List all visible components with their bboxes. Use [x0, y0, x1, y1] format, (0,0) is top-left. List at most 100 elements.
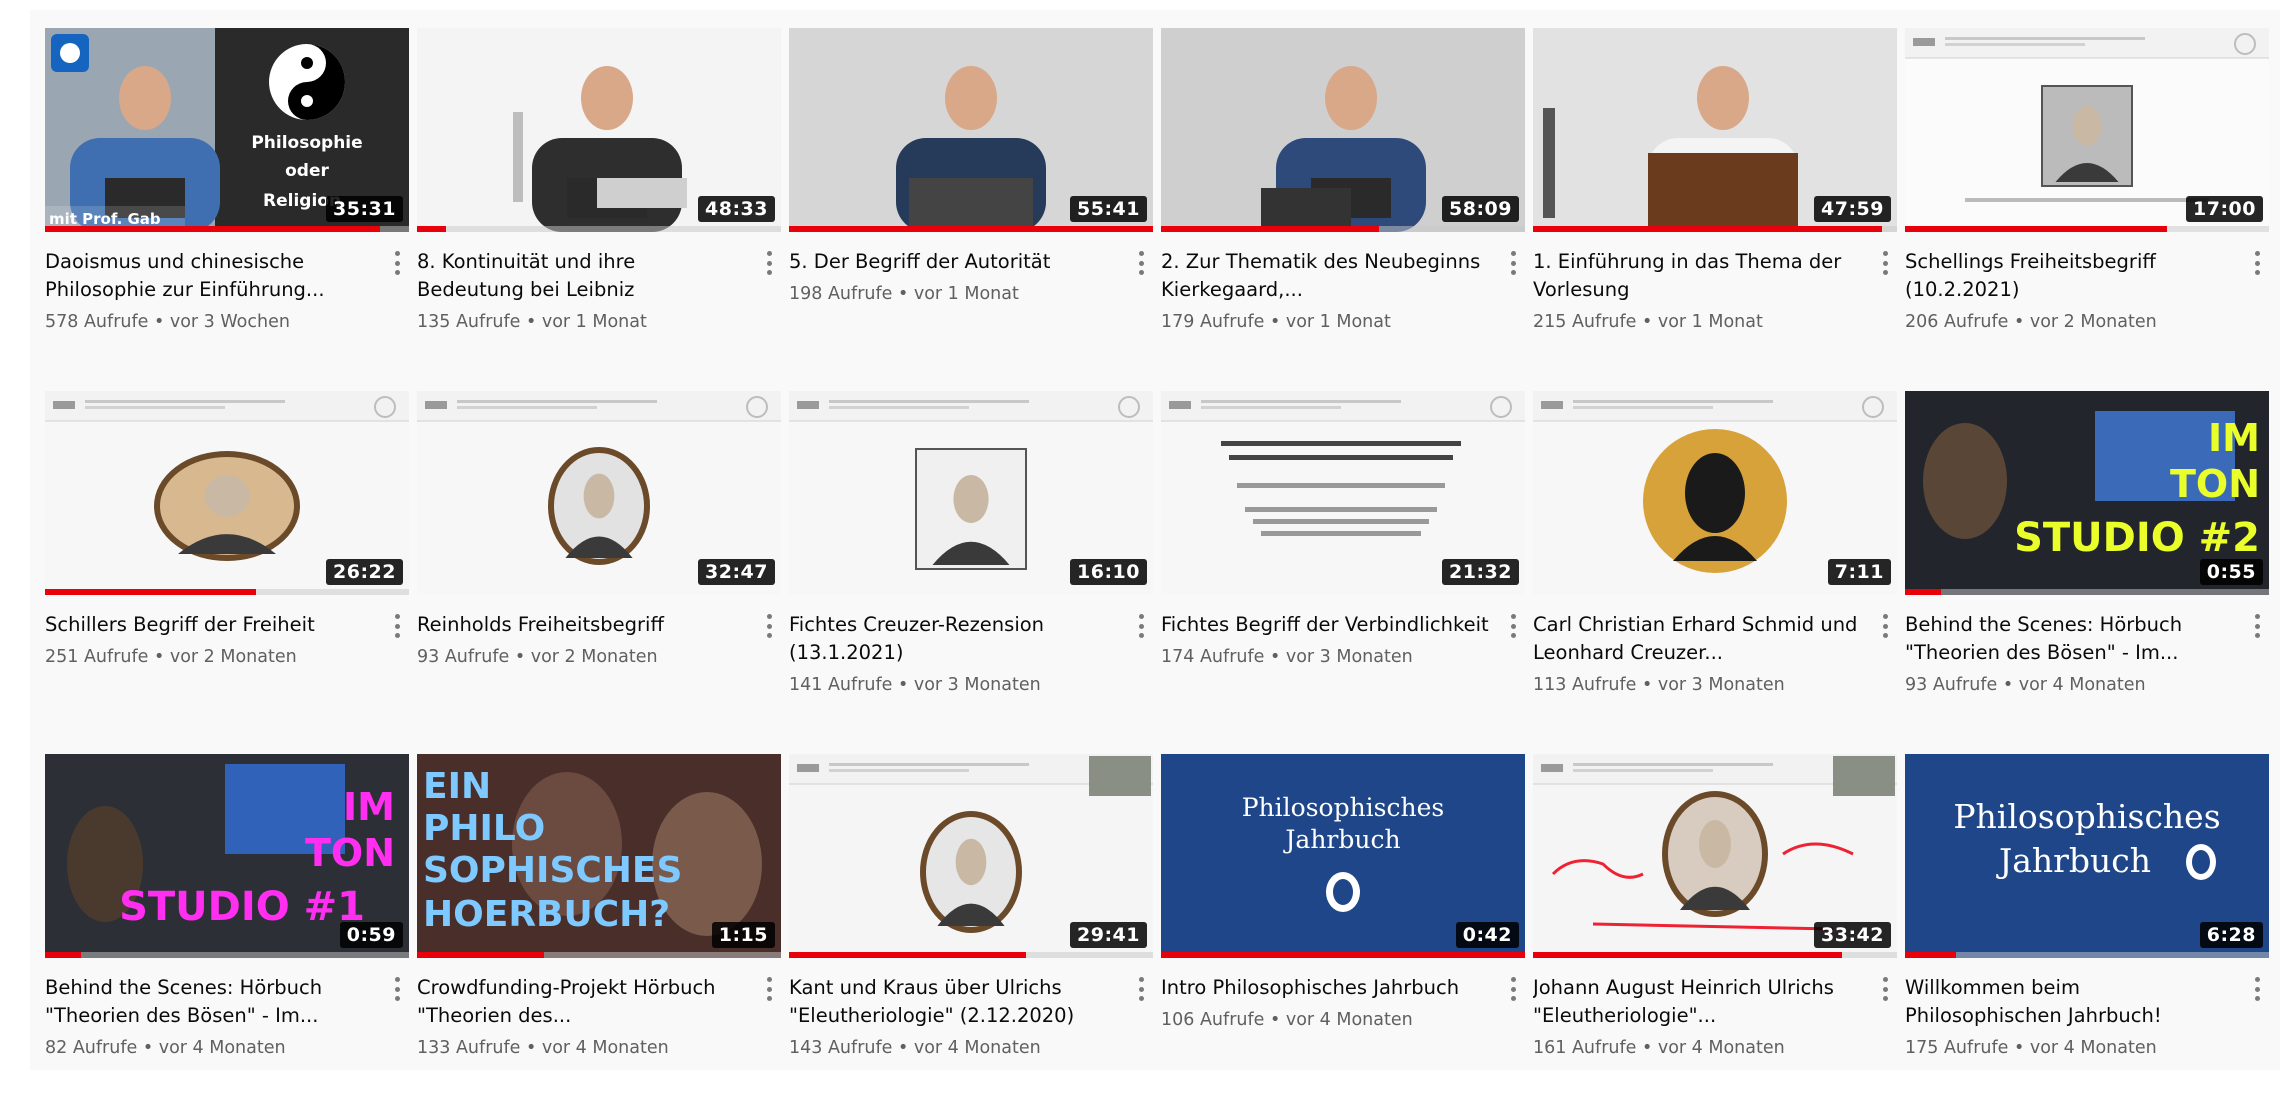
video-card-18[interactable]: Philosophisches Jahrbuch 6:28 Willkommen … — [1905, 754, 2277, 1117]
video-title[interactable]: Behind the Scenes: Hörbuch "Theorien des… — [1905, 611, 2269, 667]
more-options-icon[interactable] — [1877, 611, 1893, 641]
duration-badge: 32:47 — [698, 559, 775, 585]
info-separator: • — [2008, 1038, 2030, 1058]
video-card-17[interactable]: 33:42 Johann August Heinrich Ulrichs "El… — [1533, 754, 1905, 1117]
upload-age: vor 1 Monat — [913, 284, 1019, 304]
video-thumbnail[interactable]: IM TON STUDIO #2 0:55 — [1905, 391, 2269, 595]
more-options-icon[interactable] — [761, 248, 777, 278]
video-title[interactable]: Willkommen beim Philosophischen Jahrbuch… — [1905, 974, 2269, 1030]
more-options-icon[interactable] — [2249, 974, 2265, 1004]
video-thumbnail[interactable]: 58:09 — [1161, 28, 1525, 232]
video-title[interactable]: Behind the Scenes: Hörbuch "Theorien des… — [45, 974, 409, 1030]
video-thumbnail[interactable]: 48:33 — [417, 28, 781, 232]
more-options-icon[interactable] — [761, 974, 777, 1004]
more-options-icon[interactable] — [1133, 611, 1149, 641]
video-card-6[interactable]: 17:00 Schellings Freiheitsbegriff (10.2.… — [1905, 28, 2277, 391]
upload-age: vor 2 Monaten — [169, 647, 297, 667]
video-thumbnail[interactable]: 29:41 — [789, 754, 1153, 958]
more-options-icon[interactable] — [761, 611, 777, 641]
video-info: 133 Aufrufe • vor 4 Monaten — [417, 1038, 781, 1058]
more-options-icon[interactable] — [1505, 611, 1521, 641]
video-title[interactable]: Kant und Kraus über Ulrichs "Eleutheriol… — [789, 974, 1153, 1030]
video-title[interactable]: Schellings Freiheitsbegriff (10.2.2021) — [1905, 248, 2269, 304]
video-card-15[interactable]: 29:41 Kant und Kraus über Ulrichs "Eleut… — [789, 754, 1161, 1117]
duration-badge: 0:59 — [339, 922, 403, 948]
more-options-icon[interactable] — [1877, 974, 1893, 1004]
video-meta: Schillers Begriff der Freiheit 251 Aufru… — [45, 611, 409, 667]
video-thumbnail[interactable]: 47:59 — [1533, 28, 1897, 232]
svg-text:Philosophisches: Philosophisches — [1242, 793, 1445, 822]
video-title[interactable]: 5. Der Begriff der Autorität — [789, 248, 1153, 276]
video-card-13[interactable]: IM TON STUDIO #1 0:59 Behind the Scenes: H… — [45, 754, 417, 1117]
info-separator: • — [148, 312, 170, 332]
video-card-11[interactable]: 7:11 Carl Christian Erhard Schmid und Le… — [1533, 391, 1905, 754]
more-options-icon[interactable] — [2249, 248, 2265, 278]
watch-progress-bar — [417, 589, 781, 595]
video-grid: Philosophie oder Religion mit Prof. Gab 35:… — [45, 28, 2277, 1117]
more-options-icon[interactable] — [1133, 248, 1149, 278]
video-card-1[interactable]: Philosophie oder Religion mit Prof. Gab 35:… — [45, 28, 417, 391]
video-thumbnail[interactable]: EIN PHILO SOPHISCHES HOERBUCH? 1:15 — [417, 754, 781, 958]
video-title[interactable]: Reinholds Freiheitsbegriff — [417, 611, 781, 639]
video-thumbnail[interactable]: 32:47 — [417, 391, 781, 595]
more-options-icon[interactable] — [1877, 248, 1893, 278]
video-card-9[interactable]: 16:10 Fichtes Creuzer-Rezension (13.1.20… — [789, 391, 1161, 754]
svg-text:STUDIO #1: STUDIO #1 — [119, 884, 365, 930]
video-thumbnail[interactable]: 21:32 — [1161, 391, 1525, 595]
video-thumbnail[interactable]: 16:10 — [789, 391, 1153, 595]
video-thumbnail[interactable]: IM TON STUDIO #1 0:59 — [45, 754, 409, 958]
video-card-12[interactable]: IM TON STUDIO #2 0:55 Behind the Scenes: H… — [1905, 391, 2277, 754]
more-options-icon[interactable] — [389, 611, 405, 641]
more-options-icon[interactable] — [389, 974, 405, 1004]
svg-text:SOPHISCHES: SOPHISCHES — [423, 850, 682, 891]
svg-text:oder: oder — [285, 161, 329, 181]
video-thumbnail[interactable]: Philosophisches Jahrbuch 6:28 — [1905, 754, 2269, 958]
info-separator: • — [520, 312, 542, 332]
watch-progress-bar — [1161, 952, 1525, 958]
upload-age: vor 1 Monat — [1285, 312, 1391, 332]
video-title[interactable]: Daoismus und chinesische Philosophie zur… — [45, 248, 409, 304]
video-thumbnail[interactable]: Philosophie oder Religion mit Prof. Gab 35:… — [45, 28, 409, 232]
video-card-5[interactable]: 47:59 1. Einführung in das Thema der Vor… — [1533, 28, 1905, 391]
more-options-icon[interactable] — [1505, 974, 1521, 1004]
more-options-icon[interactable] — [1505, 248, 1521, 278]
svg-text:Jahrbuch: Jahrbuch — [1996, 841, 2151, 880]
video-title[interactable]: 2. Zur Thematik des Neubeginns Kierkegaa… — [1161, 248, 1525, 304]
video-card-16[interactable]: Philosophisches Jahrbuch 0:42 Intro Philo… — [1161, 754, 1533, 1117]
watch-progress-bar — [789, 952, 1153, 958]
video-meta: 5. Der Begriff der Autorität 198 Aufrufe… — [789, 248, 1153, 304]
more-options-icon[interactable] — [2249, 611, 2265, 641]
video-thumbnail[interactable]: 26:22 — [45, 391, 409, 595]
more-options-icon[interactable] — [1133, 974, 1149, 1004]
video-card-10[interactable]: 21:32 Fichtes Begriff der Verbindlichkei… — [1161, 391, 1533, 754]
video-thumbnail[interactable]: 7:11 — [1533, 391, 1897, 595]
video-title[interactable]: Carl Christian Erhard Schmid und Leonhar… — [1533, 611, 1897, 667]
video-thumbnail[interactable]: 17:00 — [1905, 28, 2269, 232]
svg-text:EIN: EIN — [423, 766, 491, 807]
video-thumbnail[interactable]: 33:42 — [1533, 754, 1897, 958]
info-separator: • — [148, 647, 170, 667]
more-options-icon[interactable] — [389, 248, 405, 278]
video-title[interactable]: Schillers Begriff der Freiheit — [45, 611, 409, 639]
watch-progress-bar — [1905, 952, 2269, 958]
upload-age: vor 4 Monaten — [1657, 1038, 1785, 1058]
view-count: 174 Aufrufe — [1161, 647, 1265, 667]
view-count: 93 Aufrufe — [1905, 675, 1998, 695]
video-title[interactable]: 8. Kontinuität und ihre Bedeutung bei Le… — [417, 248, 781, 304]
video-title[interactable]: Crowdfunding-Projekt Hörbuch "Theorien d… — [417, 974, 781, 1030]
video-title[interactable]: Intro Philosophisches Jahrbuch — [1161, 974, 1525, 1002]
video-card-4[interactable]: 58:09 2. Zur Thematik des Neubeginns Kie… — [1161, 28, 1533, 391]
video-thumbnail[interactable]: Philosophisches Jahrbuch 0:42 — [1161, 754, 1525, 958]
video-card-8[interactable]: 32:47 Reinholds Freiheitsbegriff 93 Aufr… — [417, 391, 789, 754]
video-title[interactable]: Fichtes Creuzer-Rezension (13.1.2021) — [789, 611, 1153, 667]
video-card-2[interactable]: 48:33 8. Kontinuität und ihre Bedeutung … — [417, 28, 789, 391]
video-info: 251 Aufrufe • vor 2 Monaten — [45, 647, 409, 667]
video-title[interactable]: Fichtes Begriff der Verbindlichkeit — [1161, 611, 1525, 639]
video-thumbnail[interactable]: 55:41 — [789, 28, 1153, 232]
view-count: 143 Aufrufe — [789, 1038, 893, 1058]
video-title[interactable]: 1. Einführung in das Thema der Vorlesung — [1533, 248, 1897, 304]
video-title[interactable]: Johann August Heinrich Ulrichs "Eleuther… — [1533, 974, 1897, 1030]
video-card-7[interactable]: 26:22 Schillers Begriff der Freiheit 251… — [45, 391, 417, 754]
video-card-14[interactable]: EIN PHILO SOPHISCHES HOERBUCH? 1:15 Crowdfu… — [417, 754, 789, 1117]
video-card-3[interactable]: 55:41 5. Der Begriff der Autorität 198 A… — [789, 28, 1161, 391]
